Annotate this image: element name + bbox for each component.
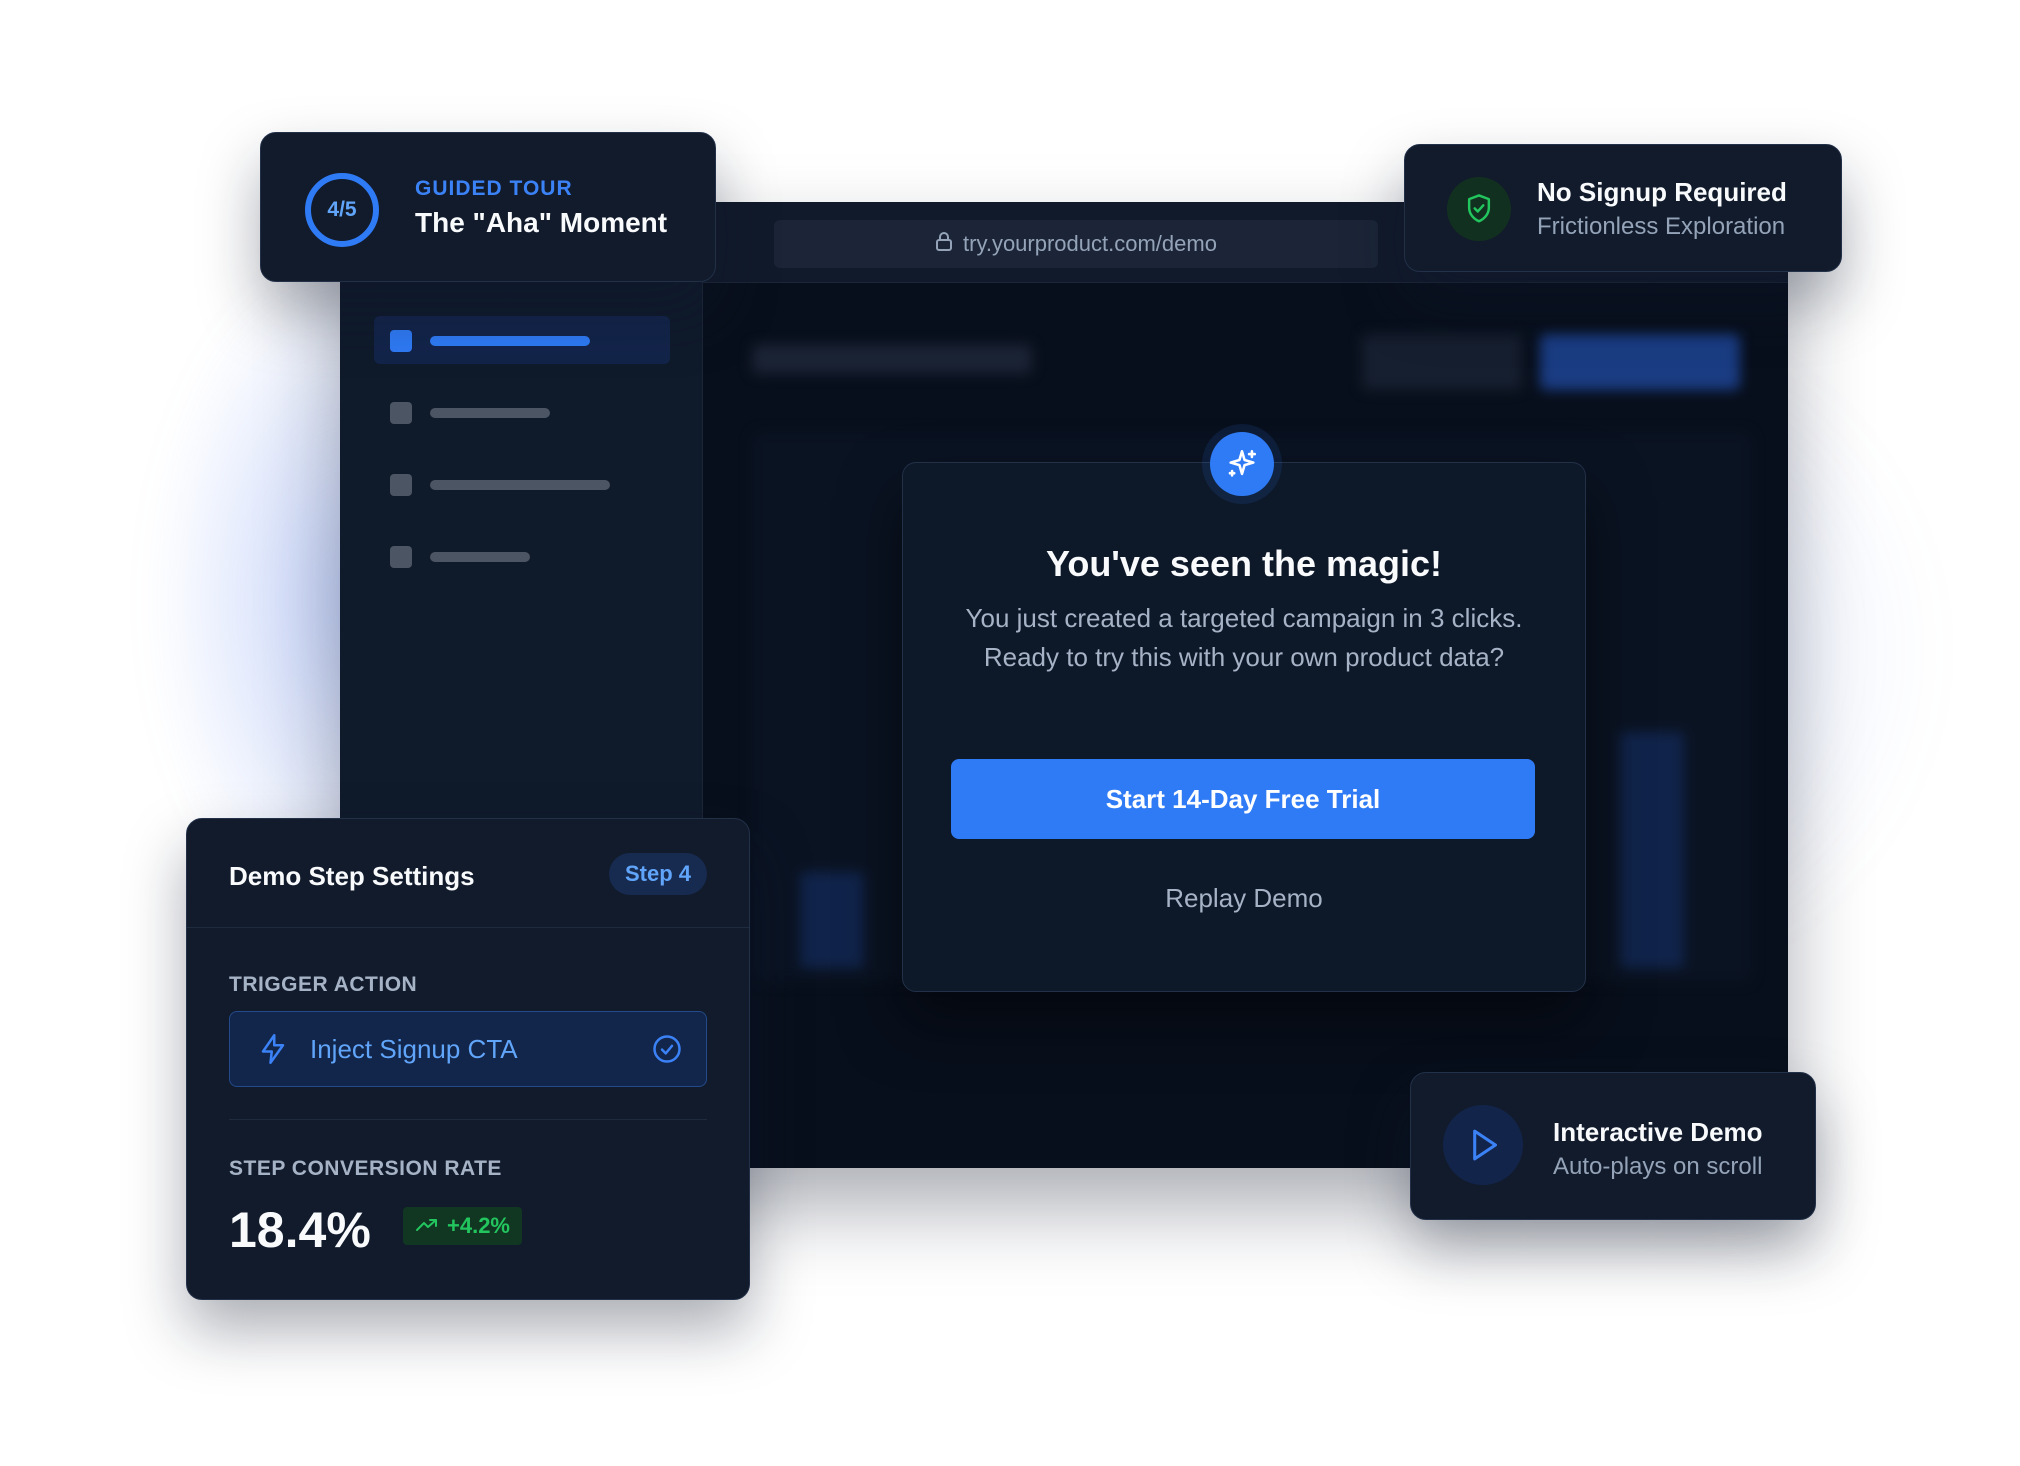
no-signup-card: No Signup Required Frictionless Explorat…	[1404, 144, 1842, 272]
demo-card-title: Interactive Demo	[1553, 1117, 1763, 1147]
trigger-action-select[interactable]: Inject Signup CTA	[229, 1011, 707, 1087]
address-bar-url: try.yourproduct.com/demo	[963, 231, 1217, 256]
sidebar-item-icon	[390, 474, 412, 496]
conversion-rate-value: 18.4%	[229, 1202, 371, 1258]
sidebar-item[interactable]	[374, 532, 670, 580]
address-bar[interactable]: try.yourproduct.com/demo	[774, 220, 1378, 268]
settings-card-header: Demo Step Settings Step 4	[187, 819, 749, 928]
settings-divider	[229, 1119, 707, 1120]
sidebar-item-icon	[390, 402, 412, 424]
blurred-bar	[800, 872, 864, 968]
tour-progress-label: 4/5	[327, 198, 357, 221]
conversion-delta-badge: +4.2%	[403, 1207, 522, 1245]
step-badge: Step 4	[608, 853, 707, 895]
sidebar-item-placeholder	[430, 336, 590, 346]
signup-card-title: No Signup Required	[1537, 177, 1787, 207]
tour-title: The "Aha" Moment	[415, 207, 668, 238]
blurred-bar	[1620, 732, 1684, 968]
conversion-modal: You've seen the magic! You just created …	[902, 462, 1586, 992]
blurred-page-title	[752, 344, 1032, 374]
trigger-action-value: Inject Signup CTA	[310, 1034, 518, 1064]
tour-kicker: GUIDED TOUR	[415, 177, 573, 200]
blurred-secondary-button	[1362, 334, 1522, 390]
trigger-action-label: TRIGGER ACTION	[229, 973, 418, 996]
lock-icon	[935, 231, 953, 257]
settings-card-title: Demo Step Settings	[229, 861, 475, 891]
guided-tour-card: 4/5 GUIDED TOUR The "Aha" Moment	[260, 132, 716, 282]
demo-card-subtitle: Auto-plays on scroll	[1553, 1153, 1763, 1180]
check-circle-icon	[652, 1034, 682, 1069]
modal-body: You just created a targeted campaign in …	[965, 603, 1523, 672]
sidebar-item[interactable]	[374, 460, 670, 508]
replay-demo-link[interactable]: Replay Demo	[903, 883, 1585, 914]
sparkles-icon	[1210, 432, 1274, 496]
signup-card-subtitle: Frictionless Exploration	[1537, 213, 1786, 240]
sidebar-item-placeholder	[430, 408, 550, 418]
start-free-trial-button[interactable]: Start 14-Day Free Trial	[951, 759, 1535, 839]
sidebar-item-placeholder	[430, 480, 610, 490]
sidebar-item-icon	[390, 546, 412, 568]
conversion-delta-value: +4.2%	[447, 1213, 510, 1238]
interactive-demo-card: Interactive Demo Auto-plays on scroll	[1410, 1072, 1816, 1220]
sidebar-item-icon	[390, 330, 412, 352]
sidebar-item[interactable]	[374, 388, 670, 436]
sidebar-item-active[interactable]	[374, 316, 670, 364]
modal-title: You've seen the magic!	[1045, 543, 1443, 584]
play-icon[interactable]	[1443, 1105, 1523, 1185]
lightning-icon	[258, 1032, 288, 1071]
shield-check-icon	[1447, 177, 1511, 241]
blurred-primary-button	[1540, 334, 1740, 390]
tour-progress-ring: 4/5	[305, 173, 379, 247]
conversion-rate-label: STEP CONVERSION RATE	[229, 1157, 502, 1180]
sidebar-item-placeholder	[430, 552, 530, 562]
trending-up-icon	[415, 1213, 439, 1239]
demo-step-settings-card: Demo Step Settings Step 4 TRIGGER ACTION…	[186, 818, 750, 1300]
